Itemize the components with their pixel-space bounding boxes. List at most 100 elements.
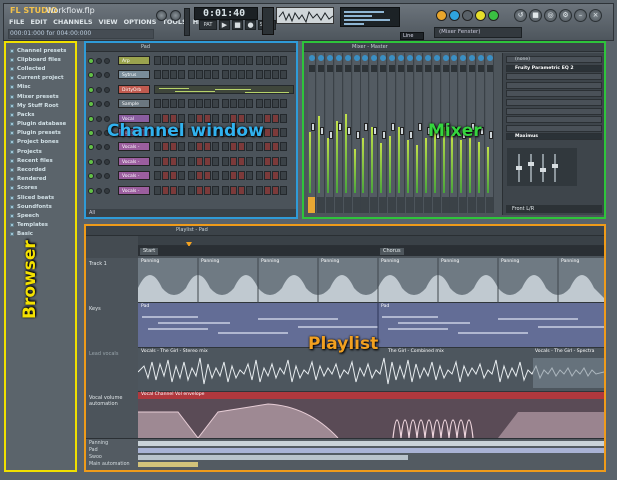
- channel-name-button[interactable]: DirtyOrb: [118, 84, 150, 94]
- step-button[interactable]: [162, 185, 169, 195]
- mute-led-icon[interactable]: [88, 115, 94, 122]
- channel-knob-icon[interactable]: [96, 101, 102, 108]
- step-button[interactable]: [264, 171, 271, 181]
- pan-knob-icon[interactable]: [353, 55, 360, 61]
- channel-knob-icon[interactable]: [104, 101, 110, 108]
- route-button[interactable]: [432, 197, 440, 213]
- step-button[interactable]: [222, 156, 229, 166]
- step-button[interactable]: [256, 99, 263, 109]
- channel-knob-icon[interactable]: [96, 86, 102, 93]
- step-button[interactable]: [178, 142, 185, 152]
- step-button[interactable]: [154, 142, 161, 152]
- pattern-lane[interactable]: Swoo: [86, 454, 604, 461]
- route-button[interactable]: [477, 197, 485, 213]
- step-button[interactable]: [264, 56, 271, 65]
- step-button[interactable]: [238, 56, 245, 65]
- browser-item[interactable]: Projects: [10, 147, 66, 156]
- fx-slot[interactable]: (none): [506, 56, 602, 63]
- step-button[interactable]: [264, 99, 271, 109]
- volume-fader[interactable]: [355, 131, 360, 139]
- step-button[interactable]: [280, 156, 287, 166]
- pan-knob-icon[interactable]: [487, 55, 493, 61]
- track-name[interactable]: Track 1: [89, 261, 137, 267]
- route-button[interactable]: [352, 197, 360, 213]
- channel-knob-icon[interactable]: [96, 187, 102, 194]
- step-button[interactable]: [170, 171, 177, 181]
- step-button[interactable]: [154, 56, 161, 65]
- browser-item[interactable]: Packs: [10, 110, 66, 119]
- fx-slot[interactable]: Fruity Parametric EQ 2: [506, 64, 602, 72]
- undo-icon[interactable]: ↺: [514, 9, 527, 22]
- pat-mode-button[interactable]: PAT: [199, 20, 217, 30]
- pan-knob-icon[interactable]: [362, 55, 369, 61]
- step-button[interactable]: [246, 171, 253, 181]
- pan-knob-icon[interactable]: [442, 55, 449, 61]
- step-button[interactable]: [238, 70, 245, 80]
- fx-slot[interactable]: [506, 90, 602, 98]
- route-button[interactable]: [468, 197, 476, 213]
- channel-window-titlebar[interactable]: Pad: [86, 43, 296, 52]
- mixer-strip[interactable]: [308, 53, 316, 213]
- play-icon[interactable]: ▶: [219, 20, 230, 30]
- volume-fader[interactable]: [382, 131, 387, 139]
- browser-item[interactable]: My Stuff Root: [10, 101, 66, 110]
- step-button[interactable]: [246, 99, 253, 109]
- channel-name-button[interactable]: Vocals - The G: [118, 156, 150, 166]
- step-button[interactable]: [222, 99, 229, 109]
- step-button[interactable]: [178, 185, 185, 195]
- step-button[interactable]: [272, 171, 279, 181]
- channel-name-button[interactable]: Vocals - The G: [118, 142, 150, 152]
- fx-slot[interactable]: [506, 124, 602, 132]
- route-button[interactable]: [370, 197, 378, 213]
- step-button[interactable]: [170, 70, 177, 80]
- mixer-strip[interactable]: [361, 53, 370, 213]
- route-button[interactable]: [334, 197, 342, 213]
- master-fader[interactable]: [184, 8, 190, 36]
- track-name[interactable]: Keys: [89, 306, 137, 312]
- step-button[interactable]: [246, 56, 253, 65]
- mute-led-icon[interactable]: [88, 130, 94, 136]
- stop-icon[interactable]: ■: [232, 20, 243, 30]
- channel-name-button[interactable]: Sample Pitch: [118, 99, 150, 109]
- step-button[interactable]: [222, 171, 229, 181]
- route-button[interactable]: [308, 197, 315, 213]
- step-button[interactable]: [238, 142, 245, 152]
- step-button[interactable]: [154, 70, 161, 80]
- step-button[interactable]: [162, 156, 169, 166]
- fx-slot[interactable]: Maximus: [506, 133, 602, 141]
- browser-item[interactable]: Rendered: [10, 175, 66, 184]
- settings-icon[interactable]: ⚙: [559, 9, 572, 22]
- channel-knob-icon[interactable]: [104, 86, 110, 93]
- channel-row[interactable]: Sample Pitch: [88, 98, 296, 110]
- step-button[interactable]: [246, 156, 253, 166]
- fx-slot[interactable]: [506, 107, 602, 115]
- channel-row[interactable]: Sytrus: [88, 69, 296, 81]
- mute-led-icon[interactable]: [88, 158, 94, 165]
- step-button[interactable]: [212, 70, 219, 80]
- route-button[interactable]: [441, 197, 449, 213]
- browser-item[interactable]: Soundfonts: [10, 202, 66, 211]
- fx-slot[interactable]: [506, 73, 602, 81]
- channel-knob-icon[interactable]: [104, 158, 110, 165]
- step-button[interactable]: [238, 156, 245, 166]
- mixer-titlebar[interactable]: Mixer - Master: [304, 43, 604, 52]
- browser-item[interactable]: Sliced beats: [10, 193, 66, 202]
- step-button[interactable]: [230, 99, 237, 109]
- step-button[interactable]: [188, 156, 195, 166]
- pan-knob-icon[interactable]: [317, 55, 324, 61]
- step-button[interactable]: [196, 70, 203, 80]
- mute-led-icon[interactable]: [88, 86, 94, 93]
- browser-item[interactable]: Scores: [10, 184, 66, 193]
- channel-name-button[interactable]: Vocals - The: [118, 171, 150, 181]
- step-button[interactable]: [272, 142, 279, 152]
- pan-knob-icon[interactable]: [326, 55, 333, 61]
- pan-knob-icon[interactable]: [433, 55, 440, 61]
- pan-knob-icon[interactable]: [344, 55, 351, 61]
- step-button[interactable]: [154, 171, 161, 181]
- route-button[interactable]: [397, 197, 404, 213]
- pan-knob-icon[interactable]: [398, 55, 404, 61]
- mixer-strip[interactable]: [388, 53, 397, 213]
- step-button[interactable]: [196, 99, 203, 109]
- step-button[interactable]: [212, 99, 219, 109]
- channel-name-button[interactable]: Arp: [118, 56, 150, 65]
